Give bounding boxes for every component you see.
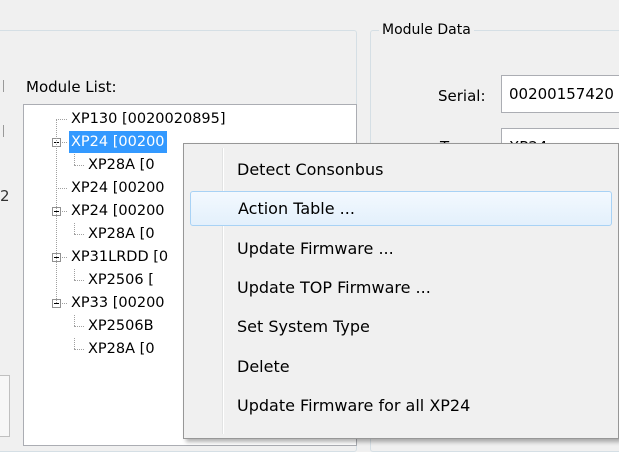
tree-item[interactable]: XP28A [0	[86, 154, 157, 176]
tree-item[interactable]: XP28A [0	[86, 338, 157, 360]
context-menu-item[interactable]: Action Table ...	[190, 191, 612, 227]
tree-item[interactable]: XP24 [00200	[69, 177, 167, 199]
left-edge-mark	[3, 125, 4, 137]
serial-label: Serial:	[438, 87, 486, 105]
context-menu-item[interactable]: Detect Consonbus	[190, 152, 612, 187]
tree-connector	[74, 223, 75, 234]
context-menu: Detect Consonbus Action Table ... Update F…	[183, 143, 619, 439]
context-menu-item[interactable]: Update Firmware for all XP24	[190, 388, 612, 423]
tree-connector	[74, 280, 84, 281]
tree-connector	[56, 119, 67, 120]
left-edge-glyph: 2	[0, 187, 10, 205]
context-menu-item[interactable]: Update Firmware ...	[190, 231, 612, 266]
tree-connector	[74, 349, 84, 350]
tree-item[interactable]: XP2506 [	[86, 269, 156, 291]
tree-item[interactable]: XP31LRDD [0	[69, 246, 170, 268]
tree-item[interactable]: XP28A [0	[86, 223, 157, 245]
module-list-label: Module List:	[26, 78, 117, 96]
tree-connector	[74, 154, 75, 165]
tree-connector	[74, 234, 84, 235]
tree-connector	[56, 119, 57, 303]
tree-item[interactable]: XP33 [00200	[69, 292, 167, 314]
context-menu-item[interactable]: Delete	[190, 349, 612, 384]
left-edge-mark	[3, 80, 4, 92]
tree-connector	[74, 165, 84, 166]
context-menu-item[interactable]: Update TOP Firmware ...	[190, 270, 612, 305]
tree-item[interactable]: XP24 [00200	[69, 131, 167, 153]
tree-connector	[74, 338, 75, 349]
module-data-title: Module Data	[379, 21, 474, 39]
tree-connector	[74, 269, 75, 280]
tree-item[interactable]: XP2506B	[86, 315, 156, 337]
context-menu-item[interactable]: Set System Type	[190, 309, 612, 344]
tree-item[interactable]: XP130 [0020020895]	[69, 108, 228, 130]
serial-field[interactable]: 00200157420	[501, 75, 619, 113]
tree-item[interactable]: XP24 [00200	[69, 200, 167, 222]
tree-connector	[74, 326, 84, 327]
tree-connector	[56, 188, 67, 189]
tree-connector	[74, 315, 75, 326]
left-edge-control	[0, 375, 10, 437]
